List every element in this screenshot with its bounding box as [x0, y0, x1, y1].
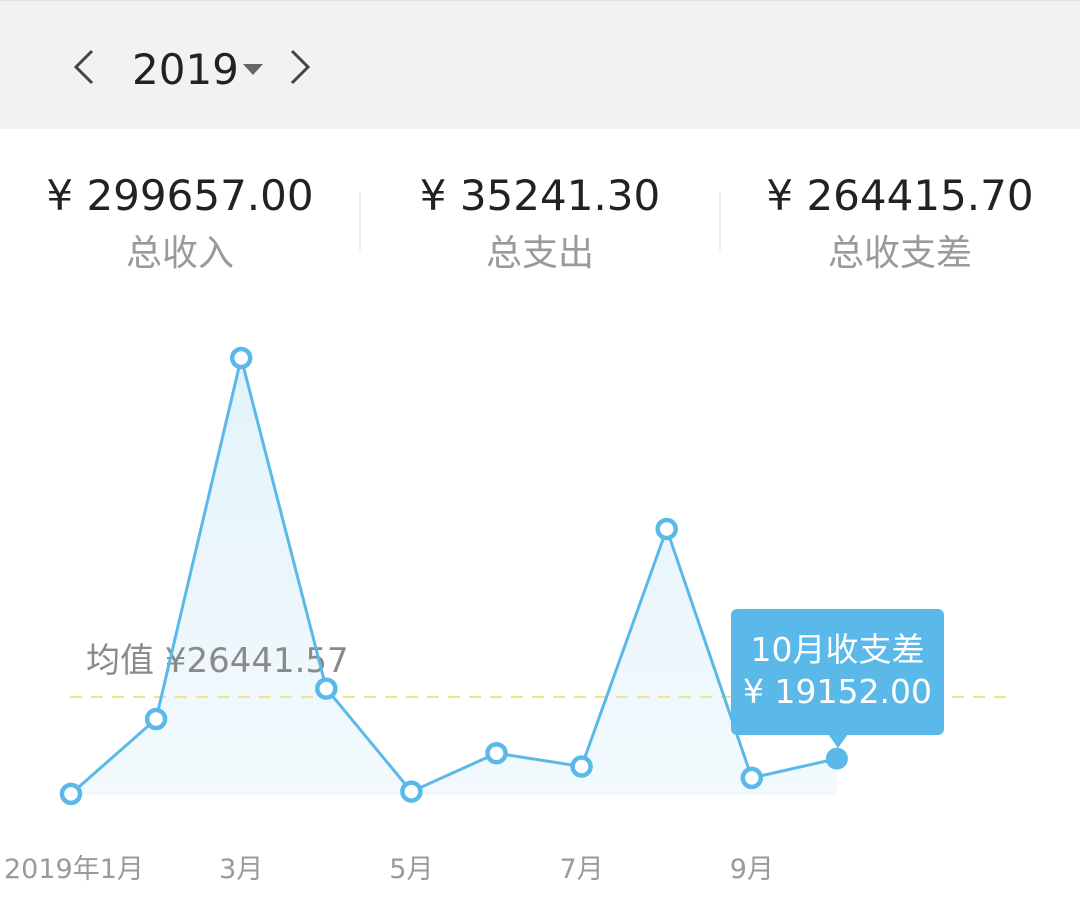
data-point[interactable]: [229, 346, 253, 370]
x-tick-label: 3月: [219, 854, 263, 885]
data-point[interactable]: [485, 741, 508, 765]
data-point[interactable]: [400, 780, 423, 803]
x-tick-label: 7月: [560, 854, 604, 885]
x-tick-label: 2019年1月: [4, 854, 144, 885]
tooltip-value: ¥ 19152.00: [743, 672, 932, 711]
net-balance-chart: 均值 ¥26441.57 2019年1月 3月 5月 7月 9月: [4, 346, 1010, 885]
data-point[interactable]: [740, 766, 764, 790]
chart-area-fill: [71, 358, 837, 795]
tooltip-pointer: [828, 734, 848, 748]
x-tick-label: 5月: [389, 854, 433, 885]
x-tick-label: 9月: [730, 854, 774, 885]
data-point[interactable]: [655, 517, 678, 541]
tooltip-title: 10月收支差: [750, 630, 925, 669]
average-label: 均值 ¥26441.57: [86, 641, 349, 681]
data-point[interactable]: [570, 755, 593, 778]
tooltip: 10月收支差 ¥ 19152.00: [731, 609, 944, 735]
data-point[interactable]: [59, 782, 83, 806]
data-point[interactable]: [315, 677, 338, 700]
data-point[interactable]: [825, 747, 848, 770]
data-point[interactable]: [144, 707, 168, 731]
